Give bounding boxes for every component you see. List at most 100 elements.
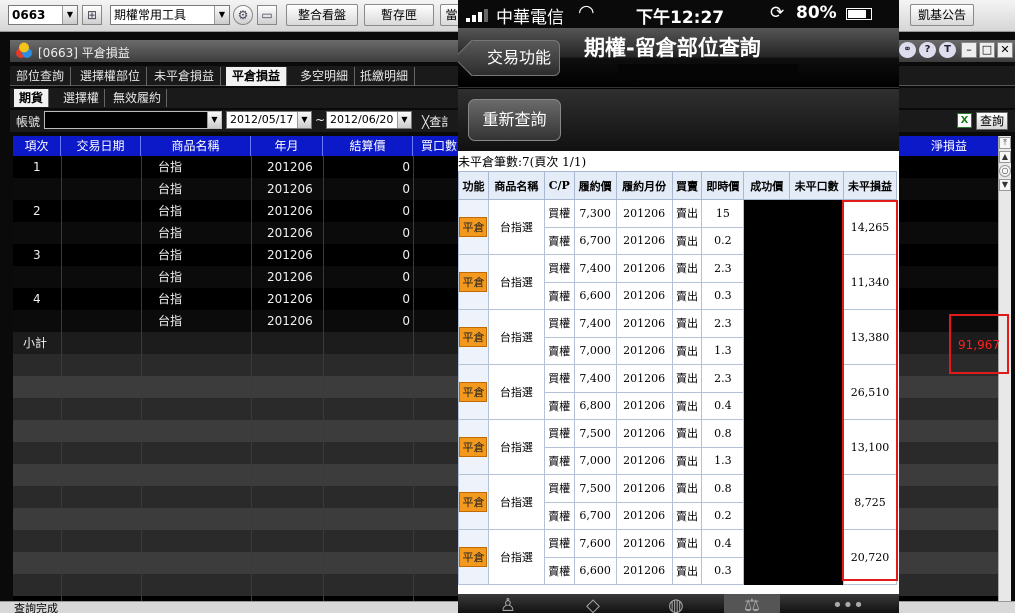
side-cell: 賣出 bbox=[671, 529, 703, 558]
close-position-button[interactable]: 平倉 bbox=[459, 327, 488, 347]
tab-invalid-exercise[interactable]: 無效履約 bbox=[108, 89, 168, 107]
maximize-icon[interactable]: □ bbox=[979, 42, 995, 58]
more-icon[interactable]: ••• bbox=[828, 594, 868, 613]
side-cell: 賣出 bbox=[671, 556, 703, 585]
product-cell: 台指選 bbox=[487, 474, 545, 530]
strike-cell: 7,400 bbox=[573, 254, 617, 283]
realtime-price-cell: 0.8 bbox=[701, 474, 745, 503]
text-icon[interactable]: T bbox=[939, 42, 956, 58]
account-select[interactable]: ▼ bbox=[44, 111, 222, 129]
date-to-value: 2012/06/20 bbox=[330, 113, 394, 126]
month-cell: 201206 bbox=[615, 336, 673, 365]
th-cp: C/P bbox=[543, 171, 575, 200]
scroll-thumb[interactable]: ○ bbox=[999, 165, 1011, 177]
col-net-pl: 淨損益 bbox=[900, 136, 998, 156]
month-cell: 201206 bbox=[615, 364, 673, 393]
close-icon[interactable]: ✕ bbox=[997, 42, 1013, 58]
strike-cell: 7,500 bbox=[573, 419, 617, 448]
month-cell: 201206 bbox=[615, 226, 673, 255]
row-settle: 0 bbox=[402, 314, 410, 328]
side-cell: 賣出 bbox=[671, 364, 703, 393]
back-button[interactable]: 交易功能 bbox=[468, 40, 560, 76]
side-cell: 賣出 bbox=[671, 474, 703, 503]
month-cell: 201206 bbox=[615, 391, 673, 420]
date-to-picker[interactable]: 2012/06/20 ▼ bbox=[326, 111, 412, 129]
temp-box-button[interactable]: 暫存匣 bbox=[364, 4, 434, 26]
battery-icon bbox=[846, 8, 872, 20]
row-settle: 0 bbox=[402, 182, 410, 196]
close-position-button[interactable]: 平倉 bbox=[459, 217, 488, 237]
row-product: 台指 bbox=[158, 292, 183, 306]
cp-cell: 買權 bbox=[543, 254, 575, 283]
side-cell: 賣出 bbox=[671, 309, 703, 338]
query-partial-button[interactable]: ╳查訁 bbox=[422, 113, 453, 130]
row-year-month: 201206 bbox=[267, 248, 313, 262]
close-position-button[interactable]: 平倉 bbox=[459, 382, 488, 402]
scroll-up-icon[interactable]: ▲ bbox=[999, 151, 1011, 163]
ios-tab-bar: ♙ ◇ ◍ ⚖ ••• bbox=[458, 594, 899, 613]
screenshot-root: 0663 ▼ ⊞ 期權常用工具 ▼ ⚙ ▭ 整合看盤 暫存匣 當 凱基公告 [0… bbox=[0, 0, 1015, 613]
realtime-price-cell: 1.3 bbox=[701, 446, 745, 475]
cp-cell: 賣權 bbox=[543, 226, 575, 255]
lookup-icon[interactable]: ⊞ bbox=[82, 5, 102, 25]
col-trade-date: 交易日期 bbox=[61, 136, 141, 156]
month-cell: 201206 bbox=[615, 501, 673, 530]
side-cell: 賣出 bbox=[671, 336, 703, 365]
back-button-label: 交易功能 bbox=[486, 48, 551, 67]
scroll-top-icon[interactable]: ⤒ bbox=[999, 137, 1011, 149]
query-button[interactable]: 查詢 bbox=[976, 112, 1008, 130]
grid-divider bbox=[141, 156, 142, 601]
tab-futures[interactable]: 期貨 bbox=[14, 89, 50, 107]
tab-margin-detail[interactable]: 抵繳明細 bbox=[354, 67, 416, 86]
refresh-button[interactable]: 重新查詢 bbox=[468, 99, 561, 141]
date-from-picker[interactable]: 2012/05/17 ▼ bbox=[226, 111, 312, 129]
person-icon[interactable]: ♙ bbox=[488, 594, 528, 613]
grid-divider bbox=[323, 156, 324, 601]
help-icon[interactable]: ? bbox=[919, 42, 936, 58]
product-cell: 台指選 bbox=[487, 364, 545, 420]
announcement-button[interactable]: 凱基公告 bbox=[910, 4, 974, 26]
globe-icon[interactable]: ◍ bbox=[656, 594, 696, 613]
tab-option-positions[interactable]: 選擇權部位 bbox=[74, 67, 148, 86]
tab-open-pl[interactable]: 未平倉損益 bbox=[148, 67, 222, 86]
account-code-value: 0663 bbox=[12, 8, 46, 22]
close-position-button[interactable]: 平倉 bbox=[459, 272, 488, 292]
highlight-box bbox=[842, 200, 898, 581]
window-add-icon[interactable]: ▭ bbox=[257, 5, 277, 25]
row-year-month: 201206 bbox=[267, 270, 313, 284]
month-cell: 201206 bbox=[615, 419, 673, 448]
tab-position-query[interactable]: 部位查詢 bbox=[10, 67, 72, 86]
row-product: 台指 bbox=[158, 248, 183, 262]
tab-closed-pl[interactable]: 平倉損益 bbox=[226, 67, 288, 86]
chart-icon[interactable]: ◇ bbox=[573, 594, 613, 613]
scroll-down-icon[interactable]: ▼ bbox=[999, 179, 1011, 191]
close-position-button[interactable]: 平倉 bbox=[459, 437, 488, 457]
row-year-month: 201206 bbox=[267, 314, 313, 328]
excel-export-icon[interactable]: X bbox=[957, 113, 972, 128]
strike-cell: 6,700 bbox=[573, 226, 617, 255]
strike-cell: 7,300 bbox=[573, 199, 617, 228]
product-cell: 台指選 bbox=[487, 309, 545, 365]
action-cell: 平倉 bbox=[458, 309, 489, 365]
row-settle: 0 bbox=[402, 270, 410, 284]
row-index: 2 bbox=[33, 204, 41, 218]
action-cell: 平倉 bbox=[458, 199, 489, 255]
link-icon[interactable]: ⚭ bbox=[899, 42, 916, 58]
cp-cell: 買權 bbox=[543, 309, 575, 338]
tab-long-short-detail[interactable]: 多空明細 bbox=[294, 67, 356, 86]
minimize-icon[interactable]: – bbox=[961, 42, 977, 58]
tab-options[interactable]: 選擇權 bbox=[58, 89, 106, 107]
close-position-button[interactable]: 平倉 bbox=[459, 547, 488, 567]
integrated-view-button[interactable]: 整合看盤 bbox=[286, 4, 358, 26]
close-position-button[interactable]: 平倉 bbox=[459, 492, 488, 512]
account-code-select[interactable]: 0663 ▼ bbox=[8, 5, 78, 25]
gear-icon[interactable]: ⚙ bbox=[233, 5, 253, 25]
trade-icon[interactable]: ⚖ bbox=[724, 594, 780, 613]
row-index: 1 bbox=[33, 160, 41, 174]
tool-menu-select[interactable]: 期權常用工具 ▼ bbox=[110, 5, 230, 25]
cp-cell: 買權 bbox=[543, 419, 575, 448]
clock: 下午12:27 bbox=[636, 8, 725, 28]
product-cell: 台指選 bbox=[487, 529, 545, 585]
grid-divider bbox=[251, 156, 252, 601]
realtime-price-cell: 2.3 bbox=[701, 364, 745, 393]
